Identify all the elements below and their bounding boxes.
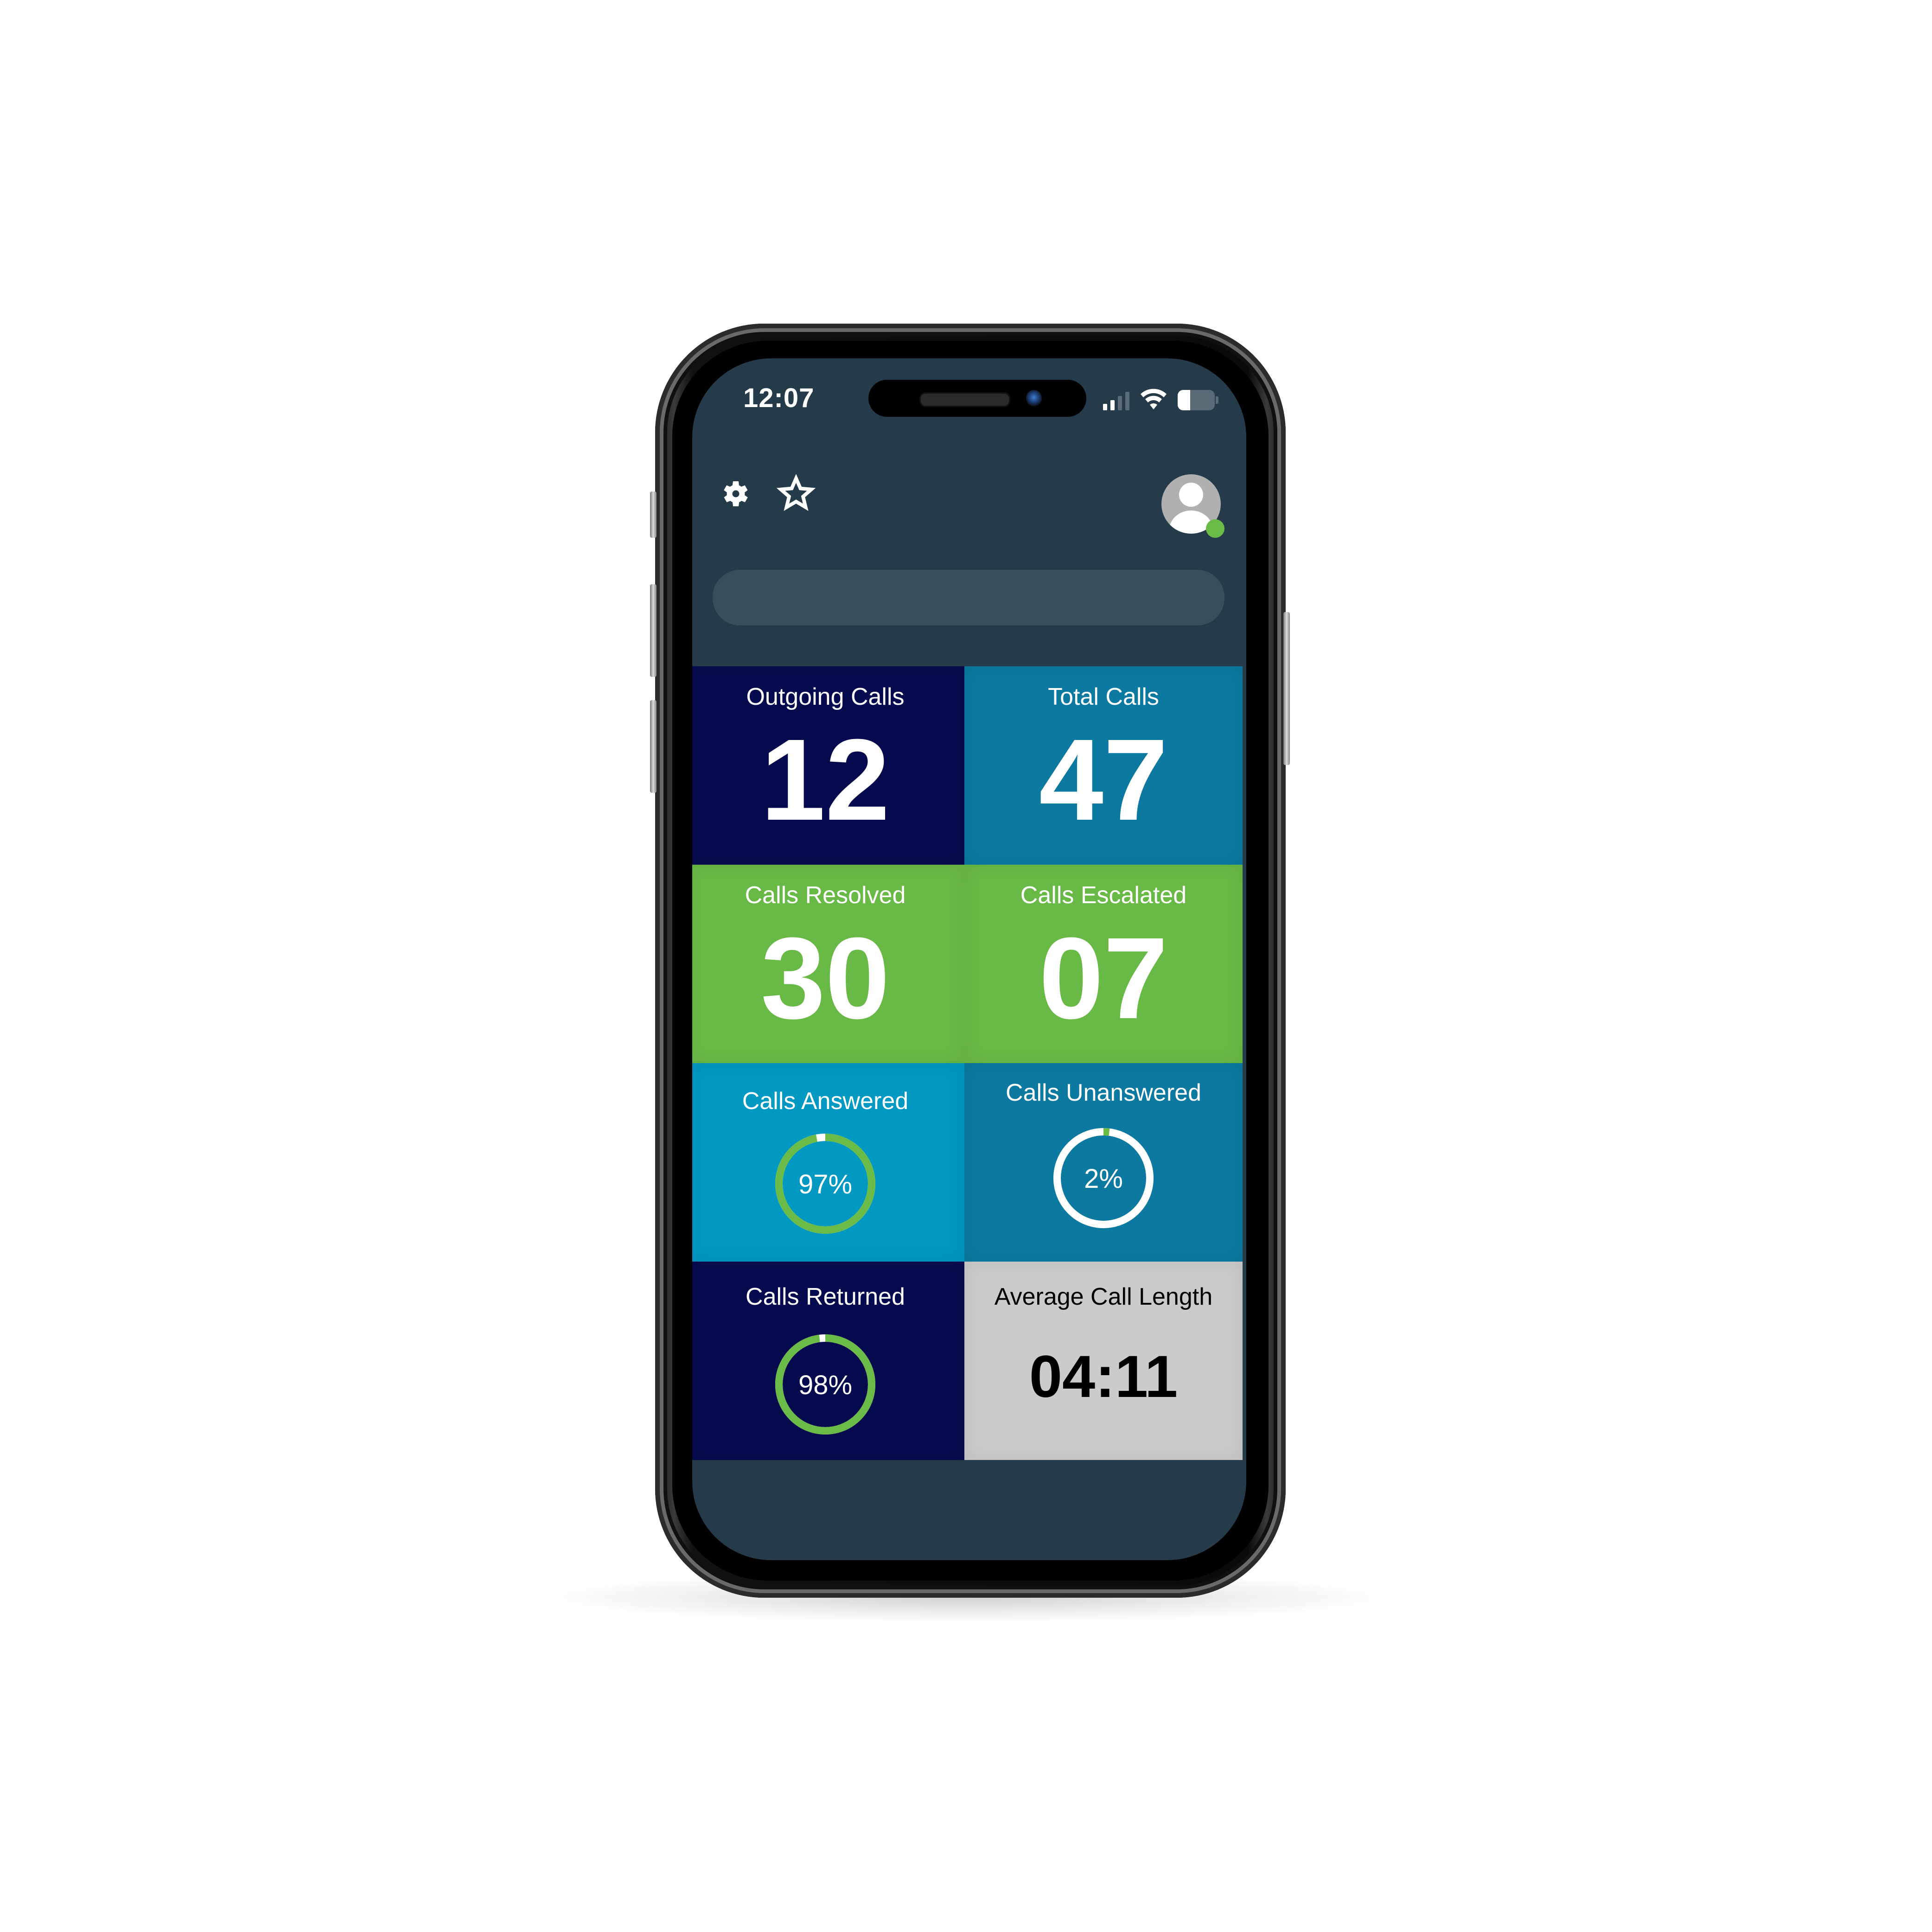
tile-outgoing-calls[interactable]: Outgoing Calls 12 — [692, 666, 964, 865]
tile-calls-answered[interactable]: Calls Answered 97% — [692, 1063, 964, 1262]
cellular-signal-icon — [1103, 392, 1129, 410]
progress-ring: 98% — [775, 1334, 875, 1435]
volume-up-button — [650, 584, 657, 677]
dynamic-island — [868, 380, 1086, 417]
search-input[interactable] — [713, 570, 1224, 625]
ring-percent-label: 98% — [798, 1370, 852, 1400]
header-toolbar — [719, 474, 816, 513]
stats-grid: Outgoing Calls 12 Total Calls 47 Calls R… — [692, 666, 1243, 1460]
tile-total-calls[interactable]: Total Calls 47 — [964, 666, 1243, 865]
front-camera — [1026, 390, 1042, 407]
tile-average-call-length[interactable]: Average Call Length 04:11 — [964, 1262, 1243, 1460]
tile-calls-resolved[interactable]: Calls Resolved 30 — [692, 865, 964, 1063]
tile-value: 04:11 — [1029, 1344, 1178, 1410]
tile-value: 30 — [760, 913, 890, 1043]
avatar-head — [1179, 483, 1203, 507]
wifi-icon — [1141, 389, 1167, 409]
tile-value: 12 — [760, 715, 890, 844]
battery-icon — [1178, 390, 1215, 410]
tile-calls-returned[interactable]: Calls Returned 98% — [692, 1262, 964, 1460]
tile-label: Calls Unanswered — [1006, 1079, 1201, 1106]
tile-calls-escalated[interactable]: Calls Escalated 07 — [964, 865, 1243, 1063]
tile-label: Calls Resolved — [745, 882, 906, 909]
ring-percent-label: 97% — [798, 1169, 852, 1199]
tile-label: Calls Returned — [746, 1283, 905, 1310]
progress-ring: 97% — [775, 1134, 875, 1234]
gear-icon[interactable] — [719, 477, 752, 510]
app-screen: 12:07 Outgoing Calls 12 Total Calls 47 C… — [692, 358, 1246, 1560]
status-indicators — [1103, 387, 1218, 410]
progress-ring: 2% — [1053, 1128, 1154, 1228]
volume-down-button — [650, 700, 657, 793]
tile-value: 07 — [1039, 913, 1168, 1043]
power-button — [1283, 612, 1290, 765]
tile-label: Outgoing Calls — [746, 683, 905, 710]
tile-label: Calls Answered — [742, 1088, 909, 1115]
battery-tip — [1216, 396, 1218, 404]
earpiece-speaker — [919, 392, 1010, 407]
tile-calls-unanswered[interactable]: Calls Unanswered 2% — [964, 1063, 1243, 1262]
star-icon[interactable] — [777, 474, 816, 513]
mute-switch — [650, 491, 657, 538]
ring-percent-label: 2% — [1084, 1164, 1123, 1194]
tile-value: 47 — [1039, 715, 1168, 844]
online-status-dot — [1206, 519, 1224, 538]
tile-label: Calls Escalated — [1020, 882, 1187, 909]
status-time: 12:07 — [743, 383, 815, 413]
tile-label: Total Calls — [1048, 683, 1159, 710]
tile-label: Average Call Length — [994, 1283, 1213, 1310]
